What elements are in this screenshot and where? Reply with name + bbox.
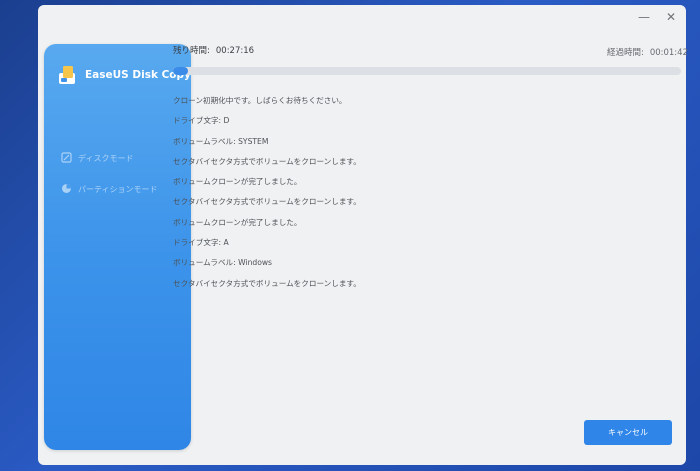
clone-log: クローン初期化中です。しばらくお待ちください。 ドライブ文字: D ボリュームラ… bbox=[173, 94, 643, 297]
log-line: ドライブ文字: D bbox=[173, 116, 230, 126]
log-line: ボリュームクローンが完了しました。 bbox=[173, 217, 302, 227]
window-controls: — ✕ bbox=[638, 11, 676, 23]
log-line: クローン初期化中です。しばらくお待ちください。 bbox=[173, 96, 347, 105]
elapsed-time: 経過時間: 00:01:42 bbox=[607, 46, 688, 58]
progress-fill bbox=[173, 67, 189, 75]
log-line: ドライブ文字: A bbox=[173, 238, 229, 248]
elapsed-time-label: 経過時間: bbox=[606, 48, 644, 58]
remaining-time: 残り時間: 00:27:16 bbox=[173, 44, 254, 56]
sidebar-item-partition-mode[interactable]: パーティションモード bbox=[61, 179, 158, 199]
minimize-icon[interactable]: — bbox=[638, 11, 650, 23]
log-line: ボリュームクローンが完了しました。 bbox=[173, 177, 302, 187]
cancel-button[interactable]: キャンセル bbox=[584, 420, 672, 445]
app-logo-icon bbox=[57, 64, 77, 86]
log-line: セクタバイセクタ方式でボリュームをクローンします。 bbox=[173, 278, 361, 288]
sidebar-item-label: パーティションモード bbox=[78, 184, 158, 194]
sidebar-item-label: ディスクモード bbox=[78, 153, 134, 163]
remaining-time-label: 残り時間: bbox=[173, 46, 210, 56]
sidebar: EaseUS Disk Copy ディスクモード パーティションモード bbox=[44, 44, 191, 450]
remaining-time-value: 00:27:16 bbox=[215, 46, 255, 56]
disk-mode-icon bbox=[61, 151, 72, 165]
app-logo: EaseUS Disk Copy bbox=[57, 63, 191, 87]
log-line: セクタバイセクタ方式でボリュームをクローンします。 bbox=[173, 197, 361, 207]
clone-progress-bar bbox=[173, 67, 681, 75]
close-icon[interactable]: ✕ bbox=[666, 11, 676, 23]
sidebar-item-disk-mode[interactable]: ディスクモード bbox=[61, 148, 133, 168]
log-line: セクタバイセクタ方式でボリュームをクローンします。 bbox=[173, 156, 361, 166]
log-line: ボリュームラベル: Windows bbox=[173, 258, 273, 268]
pie-chart-icon bbox=[61, 183, 72, 196]
log-line: ボリュームラベル: SYSTEM bbox=[173, 136, 269, 146]
elapsed-time-value: 00:01:42 bbox=[649, 48, 688, 58]
